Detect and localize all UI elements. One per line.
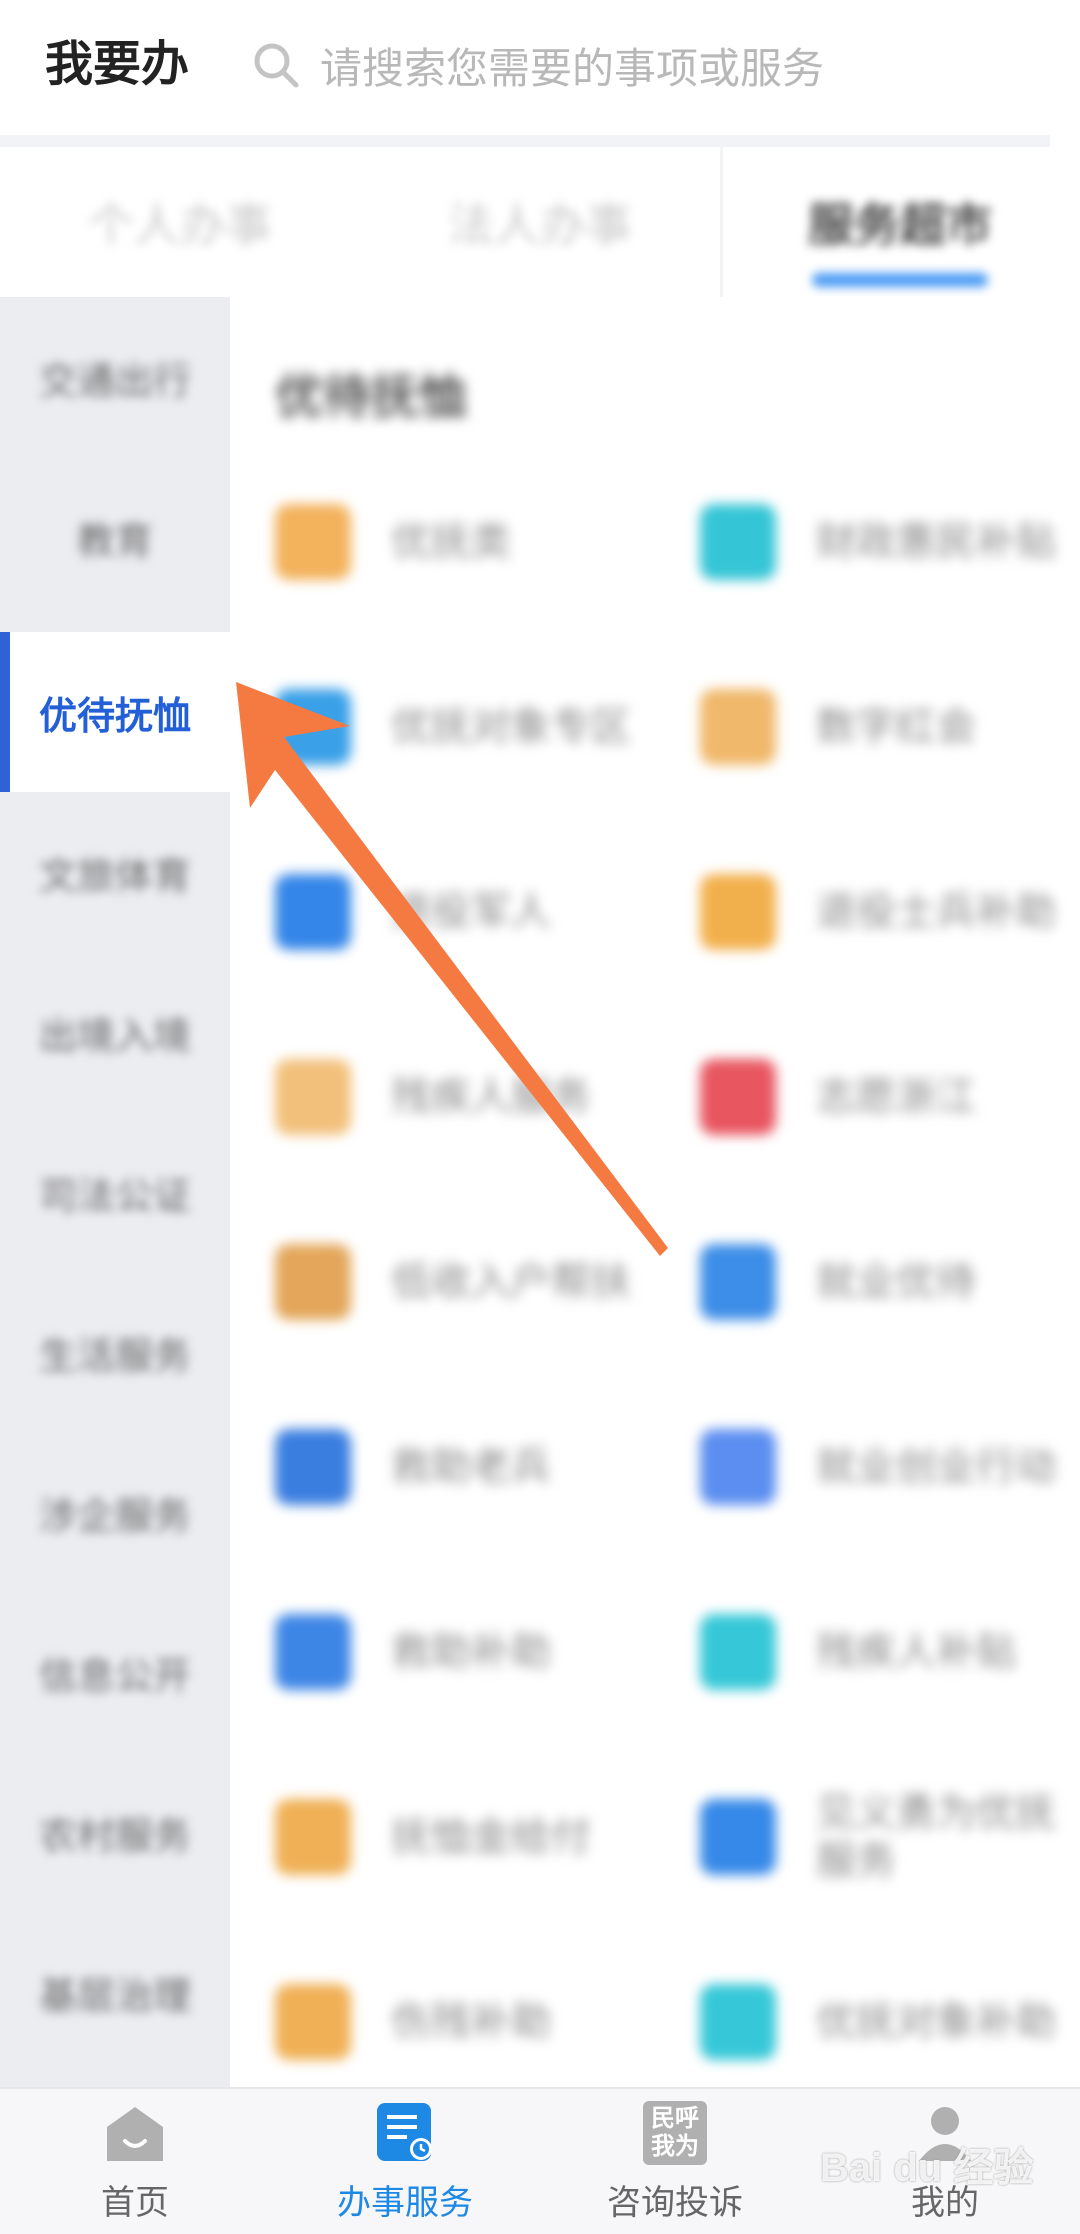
tab-service-market[interactable]: 服务超市 bbox=[720, 147, 1080, 297]
service-item-label: 退役军人 bbox=[391, 890, 551, 934]
header: 我要办 请搜索您需要的事项或服务 bbox=[0, 0, 1080, 135]
nav-consult[interactable]: 民呼我为 咨询投诉 bbox=[540, 2089, 810, 2234]
page-title: 我要办 bbox=[45, 38, 190, 91]
service-item-icon bbox=[700, 1614, 776, 1690]
service-item-label: 优抚类 bbox=[391, 520, 511, 564]
service-item-label: 数字红会 bbox=[816, 705, 976, 749]
service-item[interactable]: 抚恤金给付 bbox=[275, 1772, 695, 1902]
search-input[interactable]: 请搜索您需要的事项或服务 bbox=[320, 35, 824, 96]
service-item[interactable]: 见义勇为优抚服务 bbox=[700, 1772, 1080, 1902]
sidebar-item-traffic[interactable]: 交通出行 bbox=[0, 297, 230, 457]
service-item-icon bbox=[275, 874, 351, 950]
search-icon bbox=[250, 39, 302, 91]
service-item-label: 就业创业行动 bbox=[816, 1445, 1056, 1489]
nav-services-label: 办事服务 bbox=[337, 2184, 473, 2222]
service-item-icon bbox=[275, 1244, 351, 1320]
service-item[interactable]: 就业优待 bbox=[700, 1217, 1080, 1347]
service-item-label: 抚恤金给付 bbox=[391, 1815, 591, 1859]
service-item-label: 救助老兵 bbox=[391, 1445, 551, 1489]
sidebar-item-life-services[interactable]: 生活服务 bbox=[0, 1272, 230, 1432]
service-content: 优待抚恤 优抚类 财政惠民补贴优抚对象专区 数字红会退役军人 退役士兵补助残疾人服务 志… bbox=[230, 297, 1080, 2087]
search-bar[interactable]: 请搜索您需要的事项或服务 bbox=[250, 30, 1040, 100]
service-item-label: 残疾人服务 bbox=[391, 1075, 591, 1119]
service-item[interactable]: 救助补助 bbox=[275, 1587, 695, 1717]
tab-corporate[interactable]: 法人办事 bbox=[360, 147, 720, 297]
section-title: 优待抚恤 bbox=[275, 371, 468, 424]
sidebar-item-preferential-care[interactable]: 优待抚恤 bbox=[0, 632, 230, 792]
sidebar-item-info-public[interactable]: 信息公开 bbox=[0, 1592, 230, 1752]
service-item-label: 财政惠民补贴 bbox=[816, 520, 1056, 564]
service-item-label: 伤残补助 bbox=[391, 2000, 551, 2044]
service-item-icon bbox=[700, 874, 776, 950]
service-item-label: 低收入户帮扶 bbox=[391, 1260, 631, 1304]
service-item-label: 见义勇为优抚服务 bbox=[816, 1791, 1056, 1883]
sidebar-item-rural[interactable]: 农村服务 bbox=[0, 1752, 230, 1912]
service-item-icon bbox=[275, 1059, 351, 1135]
service-item-icon bbox=[700, 1984, 776, 2060]
service-item[interactable]: 残疾人服务 bbox=[275, 1032, 695, 1162]
sidebar-item-judicial[interactable]: 司法公证 bbox=[0, 1112, 230, 1272]
service-item-icon bbox=[700, 1799, 776, 1875]
service-item-icon bbox=[275, 1429, 351, 1505]
nav-services[interactable]: 办事服务 bbox=[270, 2089, 540, 2234]
nav-home-label: 首页 bbox=[101, 2184, 169, 2222]
service-item-label: 志愿浙江 bbox=[816, 1075, 976, 1119]
service-item-icon bbox=[275, 1614, 351, 1690]
tab-personal[interactable]: 个人办事 bbox=[0, 147, 360, 297]
service-item-icon bbox=[275, 1984, 351, 2060]
tab-bar: 个人办事 法人办事 服务超市 bbox=[0, 147, 1080, 297]
service-item[interactable]: 退役士兵补助 bbox=[700, 847, 1080, 977]
service-item[interactable]: 优抚类 bbox=[275, 477, 695, 607]
service-item[interactable]: 救助老兵 bbox=[275, 1402, 695, 1532]
home-icon bbox=[103, 2101, 167, 2165]
sidebar-item-grassroots[interactable]: 基层治理 bbox=[0, 1912, 230, 2072]
service-item[interactable]: 伤残补助 bbox=[275, 1957, 695, 2087]
service-item-icon bbox=[700, 1429, 776, 1505]
service-item-icon bbox=[275, 1799, 351, 1875]
service-item[interactable]: 低收入户帮扶 bbox=[275, 1217, 695, 1347]
service-item-label: 救助补助 bbox=[391, 1630, 551, 1674]
service-item[interactable]: 优抚对象专区 bbox=[275, 662, 695, 792]
service-item[interactable]: 退役军人 bbox=[275, 847, 695, 977]
nav-home[interactable]: 首页 bbox=[0, 2089, 270, 2234]
minhu-wowei-icon: 民呼我为 bbox=[643, 2101, 707, 2165]
sidebar-item-enterprise[interactable]: 涉企服务 bbox=[0, 1432, 230, 1592]
sidebar-item-education[interactable]: 教育 bbox=[0, 457, 230, 617]
service-item-label: 退役士兵补助 bbox=[816, 890, 1056, 934]
service-item-label: 优抚对象补助 bbox=[816, 2000, 1056, 2044]
service-item-label: 就业优待 bbox=[816, 1260, 976, 1304]
service-item-icon bbox=[700, 689, 776, 765]
nav-consult-label: 咨询投诉 bbox=[607, 2184, 743, 2222]
service-item-icon bbox=[700, 1244, 776, 1320]
service-item-label: 残疾人补贴 bbox=[816, 1630, 1016, 1674]
service-item[interactable]: 志愿浙江 bbox=[700, 1032, 1080, 1162]
sidebar-item-culture-sports[interactable]: 文旅体育 bbox=[0, 792, 230, 952]
divider bbox=[0, 135, 1050, 147]
service-item-icon bbox=[700, 504, 776, 580]
category-sidebar: 交通出行 教育 优待抚恤 文旅体育 出境入境 司法公证 生活服务 涉企服务 信息… bbox=[0, 297, 230, 2087]
service-doc-icon bbox=[373, 2101, 437, 2165]
minhu-wowei-icon-text: 民呼我为 bbox=[651, 2105, 699, 2160]
service-item[interactable]: 就业创业行动 bbox=[700, 1402, 1080, 1532]
service-item[interactable]: 数字红会 bbox=[700, 662, 1080, 792]
watermark: Bai du 经验 bbox=[820, 2146, 1034, 2190]
service-item[interactable]: 残疾人补贴 bbox=[700, 1587, 1080, 1717]
service-item-icon bbox=[275, 504, 351, 580]
service-item-icon bbox=[275, 689, 351, 765]
service-item[interactable]: 优抚对象补助 bbox=[700, 1957, 1080, 2087]
service-item-label: 优抚对象专区 bbox=[391, 705, 631, 749]
service-item[interactable]: 财政惠民补贴 bbox=[700, 477, 1080, 607]
sidebar-item-entry-exit[interactable]: 出境入境 bbox=[0, 952, 230, 1112]
service-item-icon bbox=[700, 1059, 776, 1135]
